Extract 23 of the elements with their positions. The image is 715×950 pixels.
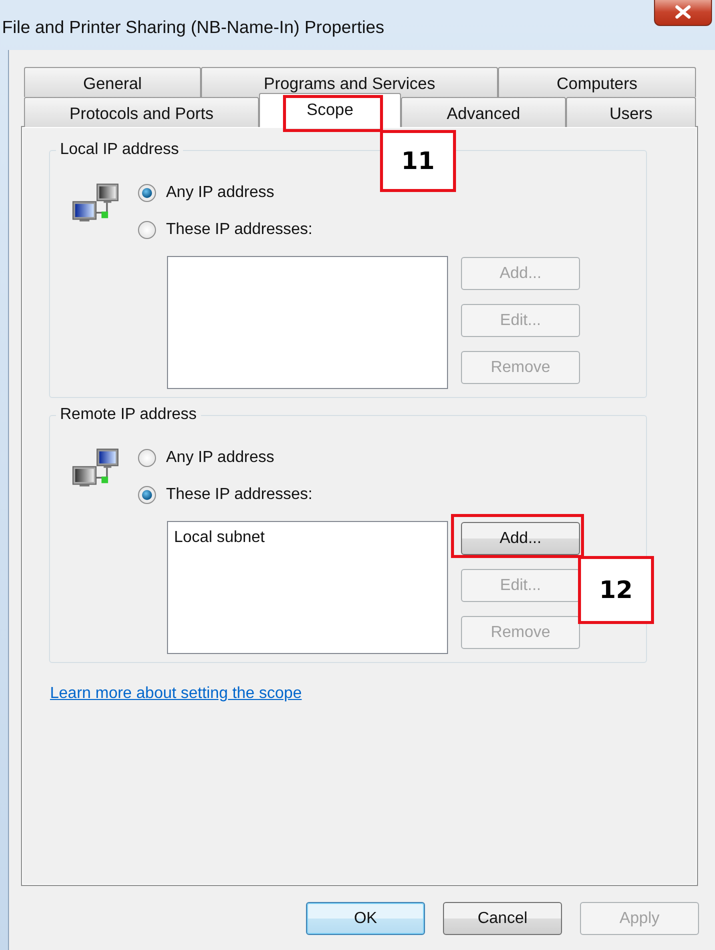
tab[interactable]: Computers (498, 67, 696, 97)
tab[interactable]: Advanced (401, 97, 566, 127)
close-button[interactable] (654, 0, 712, 26)
callout-number: 12 (578, 556, 654, 624)
tab[interactable]: Scope (259, 93, 401, 127)
tab[interactable]: Protocols and Ports (24, 97, 259, 127)
list-item[interactable]: Local subnet (174, 526, 441, 550)
radio-option[interactable]: These IP addresses: (138, 211, 312, 248)
help-link[interactable]: Learn more about setting the scope (50, 682, 302, 706)
window-title: File and Printer Sharing (NB-Name-In) Properties (2, 16, 384, 39)
dialog-button[interactable]: Cancel (443, 902, 562, 935)
callout-number: 11 (380, 130, 456, 192)
ip-address-list[interactable]: Local subnet (167, 521, 448, 654)
list-action-button[interactable]: Add... (461, 522, 580, 555)
radio-option[interactable]: These IP addresses: (138, 476, 312, 513)
tab[interactable]: General (24, 67, 201, 97)
tab[interactable]: Programs and Services (201, 67, 498, 97)
radio-option[interactable]: Any IP address (138, 439, 312, 476)
radio-option[interactable]: Any IP address (138, 174, 312, 211)
tab[interactable]: Users (566, 97, 696, 127)
dialog-button[interactable]: OK (306, 902, 425, 935)
ip-address-list[interactable] (167, 256, 448, 389)
close-icon (674, 5, 692, 19)
